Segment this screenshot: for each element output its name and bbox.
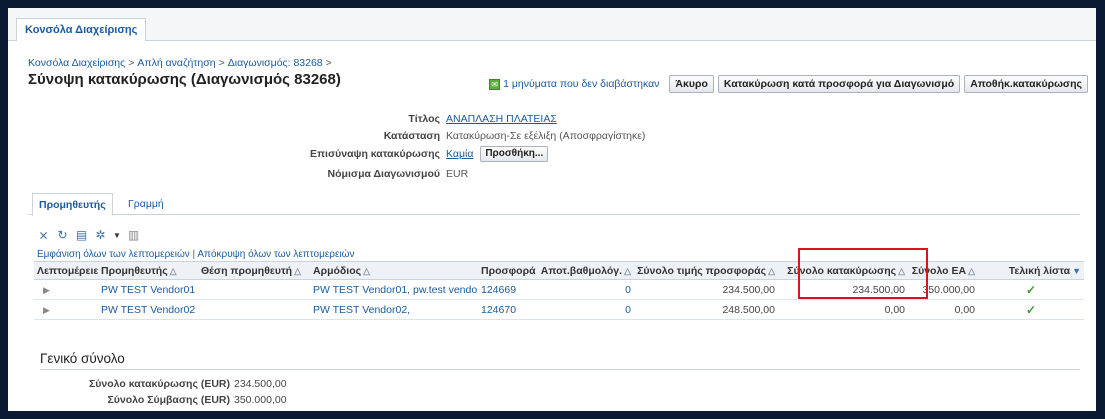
breadcrumb-separator: > (128, 57, 135, 69)
award-total-cell: 0,00 (778, 299, 908, 320)
supplier-cell[interactable]: PW TEST Vendor01 (98, 279, 198, 300)
offer-cell[interactable]: 124670 (478, 299, 536, 320)
title-label: Τίτλος (408, 113, 440, 125)
supplier-cell[interactable]: PW TEST Vendor02 (98, 299, 198, 320)
table-row: ▶ PW TEST Vendor02 PW TEST Vendor02, 124… (34, 299, 1084, 320)
col-header-ea-total[interactable]: Σύνολο ΕΑ △ (908, 261, 978, 280)
unread-messages-label: 1 μηνύματα που δεν διαβάστηκαν (503, 78, 660, 90)
offer-cell[interactable]: 124669 (478, 279, 536, 300)
attachment-value-group: Καμία Προσθήκη... (446, 146, 549, 163)
top-tab-strip: Κονσόλα Διαχείρισης (8, 8, 1096, 41)
show-all-details-link[interactable]: Εμφάνιση όλων των λεπτομερειών (37, 249, 190, 260)
table-header-row: Λεπτομέρειες Προμηθευτής △ Θέση προμηθευτ… (34, 261, 1084, 280)
score-cell[interactable]: 0 (536, 299, 634, 320)
add-attachment-button[interactable]: Προσθήκη... (480, 146, 549, 163)
col-header-score[interactable]: Αποτ.βαθμολόγ. △ (536, 261, 634, 280)
breadcrumb-item-search[interactable]: Απλή αναζήτηση (137, 57, 215, 69)
detail-toggle-links: Εμφάνιση όλων των λεπτομερειών | Απόκρυψ… (34, 249, 1084, 261)
sort-icon[interactable]: △ (898, 266, 905, 276)
ea-total-cell: 350.000,00 (908, 279, 978, 300)
offer-total-cell: 248.500,00 (634, 299, 778, 320)
table-row: ▶ PW TEST Vendor01 PW TEST Vendor01, pw.… (34, 279, 1084, 300)
breadcrumb-item-console[interactable]: Κονσόλα Διαχείρισης (28, 57, 125, 69)
shortlist-cell: ✓ (978, 279, 1084, 300)
award-total-cell: 234.500,00 (778, 279, 908, 300)
score-cell[interactable]: 0 (536, 279, 634, 300)
expand-row-cell[interactable]: ▶ (34, 279, 98, 300)
grand-contract-total-value: 350.000,00 (234, 394, 287, 406)
dropdown-icon[interactable]: ▼ (113, 229, 121, 242)
check-icon: ✓ (1025, 282, 1037, 297)
currency-label: Νόμισμα Διαγωνισμού (327, 168, 440, 180)
expand-arrow-icon[interactable]: ▶ (37, 305, 50, 315)
page-title: Σύνοψη κατακύρωσης (Διαγωνισμός 83268) (28, 71, 341, 88)
sort-icon[interactable]: △ (624, 266, 631, 276)
message-icon: ✉ (489, 78, 501, 90)
settings-icon[interactable]: ✲ (94, 228, 107, 242)
grand-total-title: Γενικό σύνολο (40, 351, 125, 366)
link-separator: | (192, 249, 196, 260)
sort-icon[interactable]: △ (768, 266, 775, 276)
unread-messages-link[interactable]: ✉ 1 μηνύματα που δεν διαβάστηκαν (489, 78, 659, 90)
tab-admin-console[interactable]: Κονσόλα Διαχείρισης (16, 18, 147, 41)
title-value-link[interactable]: ΑΝΑΠΛΑΣΗ ΠΛΑΤΕΙΑΣ (446, 111, 557, 127)
offer-total-cell: 234.500,00 (634, 279, 778, 300)
sort-icon[interactable]: △ (363, 266, 370, 276)
refresh-icon[interactable]: ↻ (56, 228, 69, 242)
status-value: Κατακύρωση-Σε εξέλιξη (Αποσφραγίστηκε) (446, 130, 646, 142)
grand-award-total-label: Σύνολο κατακύρωσης (EUR) (89, 378, 230, 390)
suppliers-table: Λεπτομέρειες Προμηθευτής △ Θέση προμηθευτ… (34, 261, 1084, 320)
export-icon[interactable]: ▤ (75, 228, 88, 242)
col-header-supplier[interactable]: Προμηθευτής △ (98, 261, 198, 280)
app-frame: Κονσόλα Διαχείρισης Κονσόλα Διαχείρισης >… (8, 8, 1096, 411)
tab-supplier[interactable]: Προμηθευτής (32, 193, 113, 216)
contact-cell[interactable]: PW TEST Vendor01, pw.test vendor01 (310, 279, 478, 300)
breadcrumb-separator: > (218, 57, 225, 69)
sort-icon[interactable]: △ (968, 266, 975, 276)
currency-value: EUR (446, 168, 469, 180)
col-header-details: Λεπτομέρειες (34, 261, 98, 280)
col-header-offer-total[interactable]: Σύνολο τιμής προσφοράς △ (634, 261, 778, 280)
header-actions: ✉ 1 μηνύματα που δεν διαβάστηκαν Άκυρο Κ… (489, 74, 1088, 94)
col-header-offer[interactable]: Προσφορά△ (478, 261, 536, 280)
save-award-button[interactable]: Αποθήκ.κατακύρωσης (964, 75, 1088, 93)
hide-all-details-link[interactable]: Απόκρυψη όλων των λεπτομερειών (197, 249, 354, 260)
cancel-button[interactable]: Άκυρο (669, 75, 714, 93)
sort-icon[interactable]: △ (294, 266, 301, 276)
col-header-contact[interactable]: Αρμόδιος △ (310, 261, 478, 280)
sort-desc-icon[interactable]: ▼ (1072, 266, 1081, 276)
grand-contract-total-label: Σύνολο Σύμβασης (EUR) (107, 394, 230, 406)
attachment-label: Επισύναψη κατακύρωσης (310, 148, 440, 160)
subtabs: Προμηθευτής Γραμμή (28, 192, 1080, 216)
grand-award-total-value: 234.500,00 (234, 378, 287, 390)
breadcrumb: Κονσόλα Διαχείρισης > Απλή αναζήτηση > Διαγω… (28, 57, 335, 69)
close-filter-icon[interactable]: ⨯ (37, 228, 50, 242)
grand-total-divider (40, 369, 1080, 370)
tab-line[interactable]: Γραμμή (122, 193, 170, 213)
col-header-shortlist[interactable]: Τελική λίστα ▼ (978, 261, 1084, 280)
suppliers-table-region: ⨯ ↻ ▤ ✲ ▼ ▥ Εμφάνιση όλων των λεπτομερει… (34, 226, 1084, 320)
sort-icon[interactable]: △ (170, 266, 177, 276)
expand-arrow-icon[interactable]: ▶ (37, 285, 50, 295)
supplier-site-cell (198, 299, 310, 320)
column-view-icon[interactable]: ▥ (127, 228, 140, 242)
breadcrumb-separator: > (325, 57, 332, 69)
table-toolbar: ⨯ ↻ ▤ ✲ ▼ ▥ (34, 226, 1084, 244)
contact-cell[interactable]: PW TEST Vendor02, (310, 299, 478, 320)
shortlist-cell: ✓ (978, 299, 1084, 320)
col-header-award-total[interactable]: Σύνολο κατακύρωσης △ (778, 261, 908, 280)
ea-total-cell: 0,00 (908, 299, 978, 320)
award-by-offer-button[interactable]: Κατακύρωση κατά προσφορά για Διαγωνισμό (717, 75, 961, 93)
breadcrumb-item-negotiation[interactable]: Διαγωνισμός: 83268 (228, 57, 323, 69)
attachment-none-link[interactable]: Καμία (446, 148, 473, 160)
expand-row-cell[interactable]: ▶ (34, 299, 98, 320)
supplier-site-cell (198, 279, 310, 300)
col-header-supplier-site[interactable]: Θέση προμηθευτή △ (198, 261, 310, 280)
status-label: Κατάσταση (383, 130, 440, 142)
check-icon: ✓ (1025, 302, 1037, 317)
